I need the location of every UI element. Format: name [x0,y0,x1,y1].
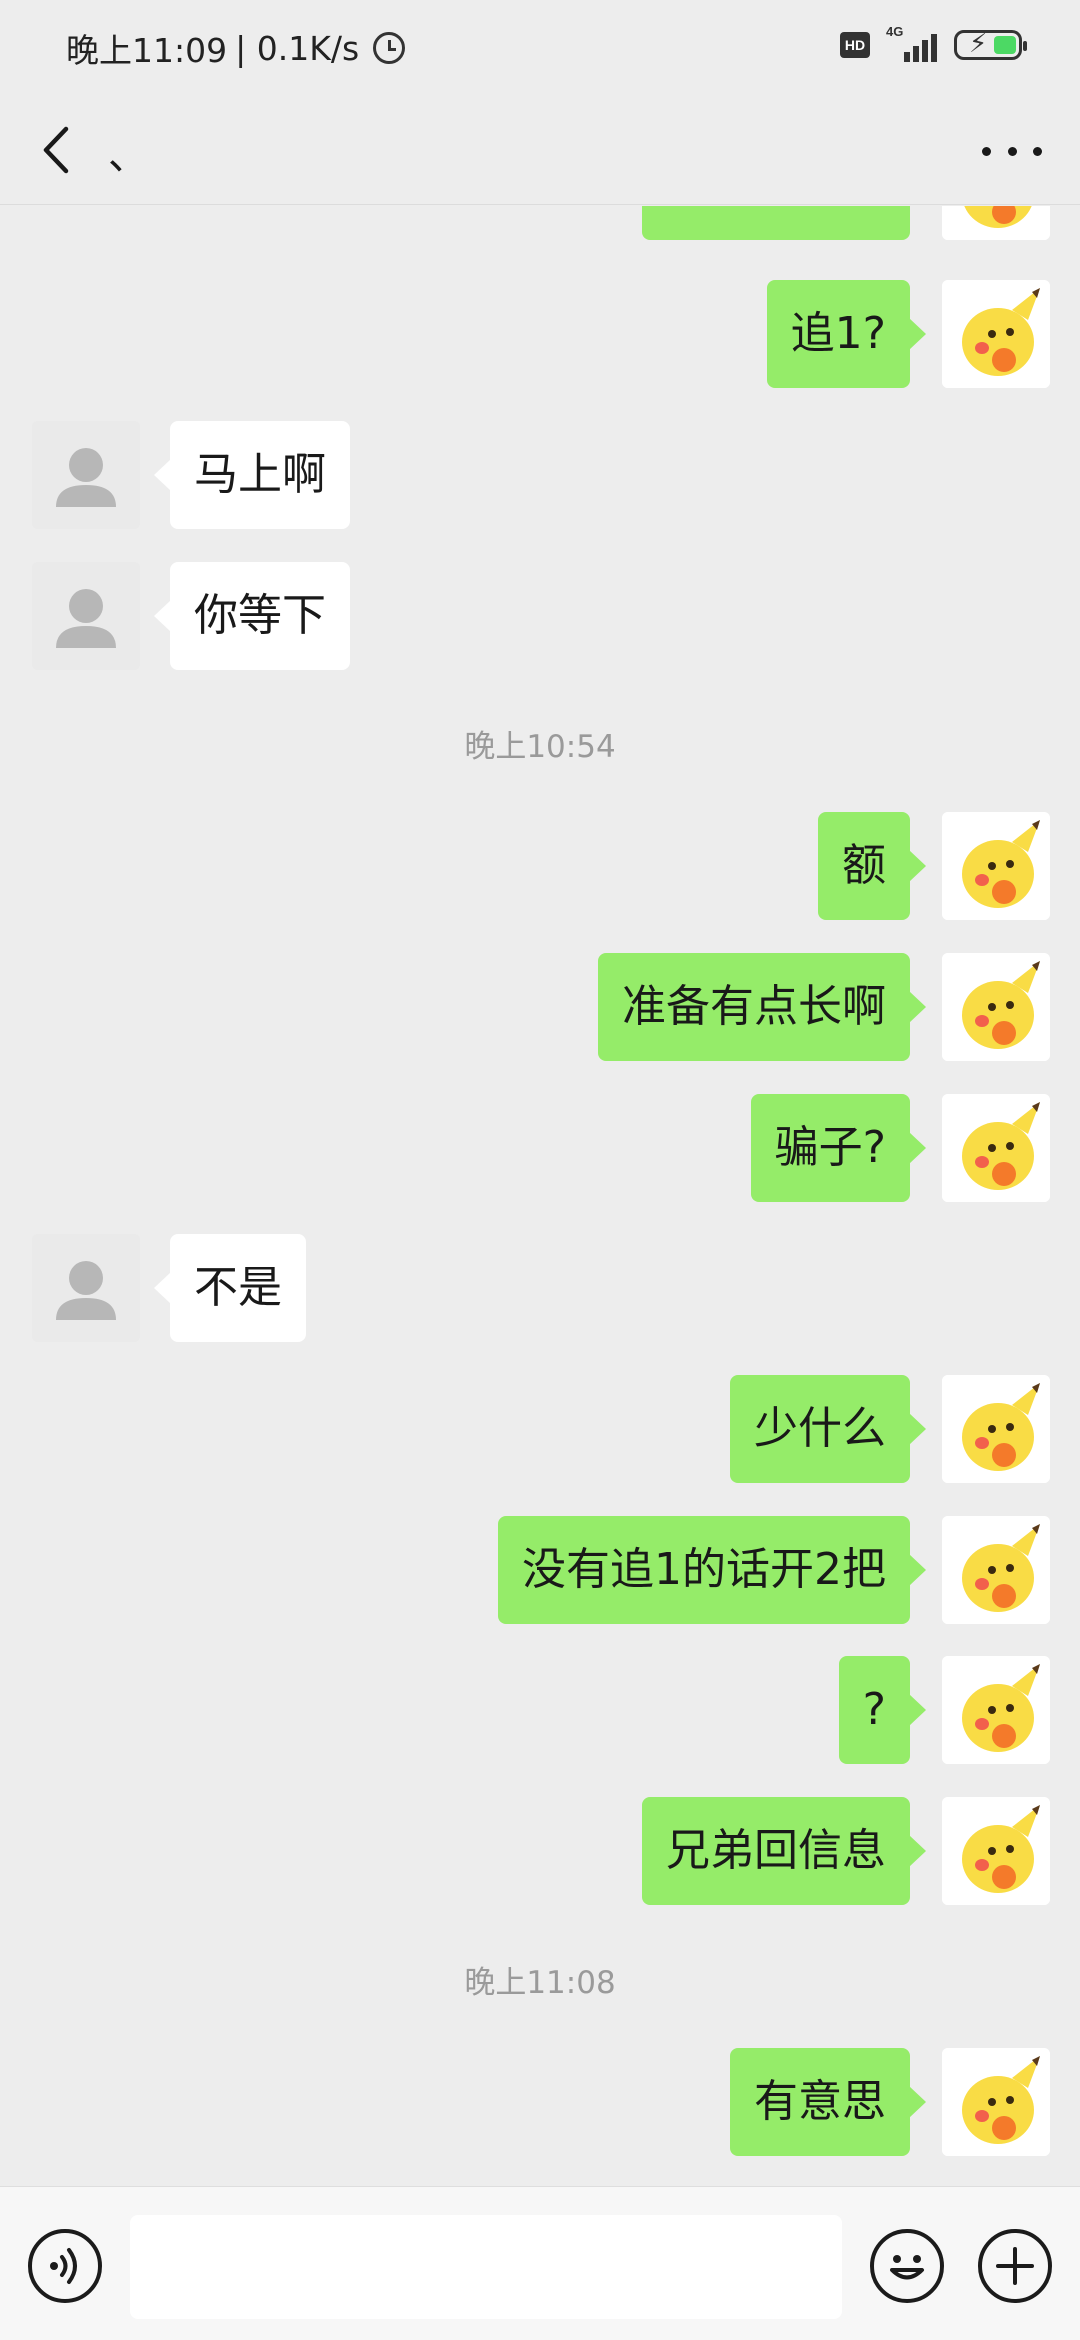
message-bubble-me[interactable]: 没有追1的话开2把 [498,1516,926,1624]
pikachu-avatar[interactable] [942,953,1050,1061]
emoji-icon[interactable] [870,2229,944,2303]
chat-header: 、 [0,95,1080,205]
message-row: 找不到什么 [0,206,1080,240]
message-bubble-me[interactable]: 有意思 [730,2048,926,2156]
battery-icon: ⚡ [954,29,1027,60]
default-user-avatar[interactable] [32,421,140,529]
message-list[interactable]: 找不到什么 追1? 马上啊 你等下 晚上10:54 额 准备有点长啊 骗子? 不… [0,206,1080,2186]
message-bubble-them[interactable]: 不是 [154,1234,306,1342]
hd-icon: HD [840,32,870,58]
more-icon[interactable] [982,131,1042,171]
message-row: 骗子? [0,1094,1080,1202]
status-time: 晚上11:09 [66,31,228,70]
timestamp-label: 晚上10:54 [464,729,616,765]
pikachu-avatar[interactable] [942,1094,1050,1202]
message-row: ? [0,1656,1080,1764]
message-row: 你等下 [0,562,1080,670]
message-bubble-me[interactable]: 追1? [766,280,927,388]
message-bubble-me[interactable]: ? [838,1656,927,1764]
alarm-icon [373,32,406,64]
pikachu-avatar[interactable] [942,206,1050,240]
message-bubble-me[interactable]: 少什么 [730,1375,926,1483]
message-row: 少什么 [0,1375,1080,1483]
message-bubble-me[interactable]: 骗子? [750,1094,927,1202]
plus-icon[interactable] [978,2229,1052,2303]
network-speed: | 0.1K/s [235,28,360,68]
pikachu-avatar[interactable] [942,280,1050,388]
message-row: 不是 [0,1234,1080,1342]
pikachu-avatar[interactable] [942,812,1050,920]
status-right: HD 4G ⚡ [840,24,1027,62]
message-row: 准备有点长啊 [0,953,1080,1061]
network-type: 4G [886,24,904,39]
pikachu-avatar[interactable] [942,1797,1050,1905]
message-row: 额 [0,812,1080,920]
message-input[interactable] [130,2215,842,2319]
voice-icon[interactable] [28,2229,102,2303]
input-bar [0,2186,1080,2340]
status-left: 晚上11:09 | 0.1K/s [66,24,406,72]
message-bubble-them[interactable]: 马上啊 [154,421,350,529]
message-row: 马上啊 [0,421,1080,529]
message-bubble-me[interactable]: 兄弟回信息 [642,1797,926,1905]
default-user-avatar[interactable] [32,562,140,670]
message-row: 追1? [0,280,1080,388]
message-bubble-them[interactable]: 你等下 [154,562,350,670]
pikachu-avatar[interactable] [942,2048,1050,2156]
message-bubble-me[interactable]: 准备有点长啊 [598,953,926,1061]
pikachu-avatar[interactable] [942,1656,1050,1764]
message-row: 没有追1的话开2把 [0,1516,1080,1624]
status-bar: 晚上11:09 | 0.1K/s HD 4G ⚡ [0,0,1080,95]
default-user-avatar[interactable] [32,1234,140,1342]
pikachu-avatar[interactable] [942,1375,1050,1483]
timestamp-label: 晚上11:08 [464,1965,616,2001]
chat-title: 、 [108,133,148,179]
message-row: 兄弟回信息 [0,1797,1080,1905]
message-row: 有意思 [0,2048,1080,2156]
message-bubble-me[interactable]: 额 [818,812,926,920]
back-icon[interactable] [36,123,80,177]
message-bubble-me[interactable]: 找不到什么 [642,206,910,240]
signal-icon: 4G [884,24,940,62]
pikachu-avatar[interactable] [942,1516,1050,1624]
